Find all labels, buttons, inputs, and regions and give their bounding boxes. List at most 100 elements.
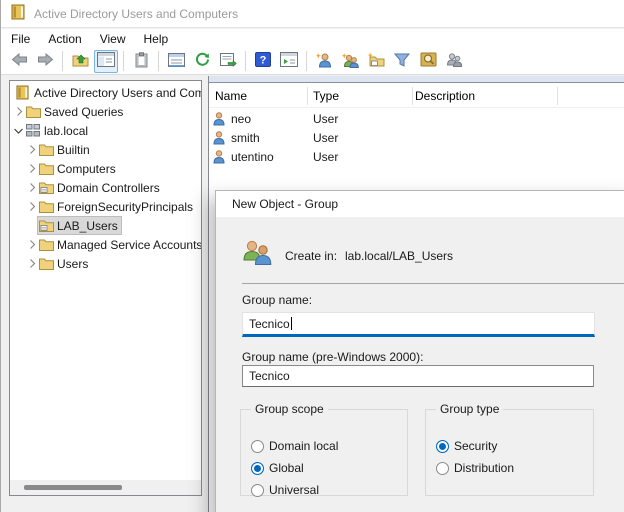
tree-item-root[interactable]: Active Directory Users and Computers	[10, 83, 202, 102]
clipboard-button[interactable]	[129, 50, 153, 73]
toolbar-separator	[158, 51, 159, 71]
horizontal-scrollbar[interactable]	[10, 480, 201, 495]
list-view-button[interactable]	[164, 50, 188, 73]
column-header-description[interactable]: Description	[415, 89, 475, 103]
menu-help[interactable]: Help	[135, 30, 178, 48]
help-icon: ?	[255, 52, 271, 70]
radio-button-icon[interactable]	[251, 462, 264, 475]
toolbar: ?	[1, 48, 624, 75]
special-group-button[interactable]	[442, 50, 466, 73]
tree-item-lab-users[interactable]: LAB_Users	[10, 216, 202, 235]
up-one-level-button[interactable]	[68, 50, 92, 73]
pre2000-name-input[interactable]: Tecnico	[242, 365, 594, 387]
up-one-level-icon	[72, 52, 89, 70]
menu-file[interactable]: File	[9, 30, 39, 48]
scrollbar-thumb[interactable]	[24, 485, 122, 490]
toolbar-separator	[123, 51, 124, 71]
radio-button-icon[interactable]	[251, 484, 264, 497]
column-divider[interactable]	[307, 87, 308, 105]
folder-icon	[39, 201, 56, 213]
new-object-group-dialog: New Object - Group Create in: lab.local/…	[215, 190, 624, 512]
tree-window-button[interactable]	[277, 50, 301, 73]
filter-button[interactable]	[390, 50, 414, 73]
console-tree-toggle-icon	[97, 52, 115, 70]
tree-item-label: lab.local	[43, 124, 88, 138]
radio-button-icon[interactable]	[436, 440, 449, 453]
tree-item-lab-local[interactable]: lab.local	[10, 121, 202, 140]
list-window-icon	[168, 53, 185, 70]
list-item-type: User	[313, 131, 338, 145]
tree-item-foreign-security-principals[interactable]: ForeignSecurityPrincipals	[10, 197, 202, 216]
create-in-value: lab.local/LAB_Users	[345, 249, 453, 263]
radio-global[interactable]: Global	[251, 460, 304, 476]
tree-item-computers[interactable]: Computers	[10, 159, 202, 178]
tree-item-managed-service-accounts[interactable]: Managed Service Accounts	[10, 235, 202, 254]
radio-label: Global	[269, 461, 304, 475]
column-header-type[interactable]: Type	[313, 89, 339, 103]
folder-icon	[39, 239, 56, 251]
radio-button-icon[interactable]	[251, 440, 264, 453]
chevron-right-icon[interactable]	[25, 240, 38, 249]
chevron-right-icon[interactable]	[25, 202, 38, 211]
menu-view[interactable]: View	[91, 30, 135, 48]
refresh-icon	[195, 52, 210, 70]
new-group-button[interactable]	[338, 50, 362, 73]
tree-item-users[interactable]: Users	[10, 254, 202, 273]
chevron-right-icon[interactable]	[25, 259, 38, 268]
chevron-right-icon[interactable]	[25, 145, 38, 154]
chevron-right-icon[interactable]	[25, 183, 38, 192]
pre2000-name-label: Group name (pre-Windows 2000):	[242, 350, 423, 364]
dialog-title-bar[interactable]: New Object - Group	[216, 191, 624, 217]
group-icon	[242, 239, 274, 272]
radio-universal[interactable]: Universal	[251, 482, 319, 498]
new-ou-button[interactable]	[364, 50, 388, 73]
chevron-down-icon[interactable]	[12, 127, 25, 135]
console-tree-toggle-button[interactable]	[94, 50, 118, 73]
radio-label: Security	[454, 439, 497, 453]
folder-icon	[26, 106, 43, 118]
new-user-icon	[316, 52, 332, 71]
tree-item-label: Users	[56, 257, 88, 271]
tree-item-saved-queries[interactable]: Saved Queries	[10, 102, 202, 121]
radio-domain-local[interactable]: Domain local	[251, 438, 338, 454]
column-divider[interactable]	[412, 87, 413, 105]
list-item-neo[interactable]: neo User	[209, 109, 624, 128]
tree-item-domain-controllers[interactable]: Domain Controllers	[10, 178, 202, 197]
radio-button-icon[interactable]	[436, 462, 449, 475]
chevron-right-icon[interactable]	[12, 107, 25, 116]
forward-icon	[37, 53, 54, 69]
radio-security[interactable]: Security	[436, 438, 497, 454]
radio-label: Distribution	[454, 461, 514, 475]
domain-icon	[26, 124, 43, 137]
toolbar-separator	[62, 51, 63, 71]
list-item-type: User	[313, 150, 338, 164]
list-item-smith[interactable]: smith User	[209, 128, 624, 147]
back-button[interactable]	[7, 50, 31, 73]
group-name-input[interactable]: Tecnico	[242, 312, 595, 337]
group-type-legend: Group type	[436, 402, 503, 416]
chevron-right-icon[interactable]	[25, 164, 38, 173]
toolbar-separator	[306, 51, 307, 71]
find-button[interactable]	[416, 50, 440, 73]
user-icon	[213, 131, 229, 145]
column-header-name[interactable]: Name	[215, 89, 247, 103]
dialog-separator	[242, 283, 624, 284]
list-item-name: smith	[231, 131, 260, 145]
toolbar-separator	[245, 51, 246, 71]
folder-icon	[39, 258, 56, 270]
export-list-button[interactable]	[216, 50, 240, 73]
dialog-body: Create in: lab.local/LAB_Users Group nam…	[216, 217, 624, 512]
tree-item-builtin[interactable]: Builtin	[10, 140, 202, 159]
menu-action[interactable]: Action	[39, 30, 90, 48]
help-button[interactable]: ?	[251, 50, 275, 73]
new-user-button[interactable]	[312, 50, 336, 73]
console-tree: Active Directory Users and Computers Sav…	[10, 83, 202, 273]
tree-item-label: Managed Service Accounts	[56, 238, 202, 252]
refresh-button[interactable]	[190, 50, 214, 73]
forward-button[interactable]	[33, 50, 57, 73]
tree-item-label: Computers	[56, 162, 116, 176]
export-list-icon	[220, 53, 237, 70]
list-item-utentino[interactable]: utentino User	[209, 147, 624, 166]
column-divider[interactable]	[557, 87, 558, 105]
radio-distribution[interactable]: Distribution	[436, 460, 514, 476]
